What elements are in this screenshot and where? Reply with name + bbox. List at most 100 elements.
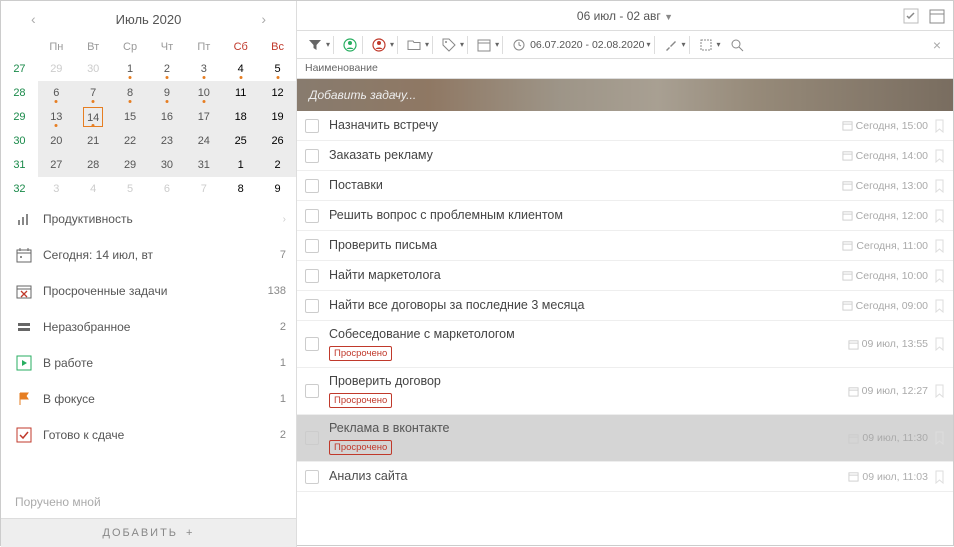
folder-icon[interactable] (405, 36, 423, 54)
bookmark-icon[interactable] (934, 209, 945, 223)
close-icon[interactable]: × (927, 37, 947, 53)
calendar-day[interactable]: 26 (259, 129, 296, 153)
calendar-day[interactable]: 2 (149, 57, 186, 81)
calendar-day[interactable]: 29 (38, 57, 75, 81)
bookmark-icon[interactable] (934, 431, 945, 445)
task-checkbox[interactable] (305, 337, 319, 351)
task-checkbox[interactable] (305, 119, 319, 133)
sidebar-item[interactable]: Сегодня: 14 июл, вт7 (1, 237, 296, 273)
sidebar-item[interactable]: Готово к сдаче2 (1, 417, 296, 453)
task-row[interactable]: Проверить договорПросрочено09 июл, 12:27 (297, 368, 953, 415)
task-row[interactable]: Найти все договоры за последние 3 месяца… (297, 291, 953, 321)
calendar-day[interactable]: 6 (149, 177, 186, 201)
bookmark-icon[interactable] (934, 299, 945, 313)
bookmark-icon[interactable] (934, 470, 945, 484)
task-checkbox[interactable] (305, 470, 319, 484)
calendar-day[interactable]: 1 (222, 153, 259, 177)
calendar-day[interactable]: 27 (38, 153, 75, 177)
calendar-cfg-icon[interactable] (475, 36, 493, 54)
filter-dropdown[interactable]: ▾ (326, 40, 330, 49)
sidebar-item[interactable]: Просроченные задачи138 (1, 273, 296, 309)
calendar-day[interactable]: 3 (185, 57, 222, 81)
calendar-day[interactable]: 4 (75, 177, 112, 201)
sidebar-item[interactable]: Продуктивность› (1, 201, 296, 237)
calendar-day[interactable]: 8 (222, 177, 259, 201)
calendar-day[interactable]: 5 (259, 57, 296, 81)
date-range-selector[interactable]: 06 июл - 02 авг ▼ (577, 9, 673, 23)
bookmark-icon[interactable] (934, 337, 945, 351)
calendar-day[interactable]: 30 (149, 153, 186, 177)
task-checkbox[interactable] (305, 149, 319, 163)
calendar-day[interactable]: 24 (185, 129, 222, 153)
select-icon[interactable] (697, 36, 715, 54)
brush-icon[interactable] (662, 36, 680, 54)
calendar-day[interactable]: 9 (259, 177, 296, 201)
task-row[interactable]: Назначить встречуСегодня, 15:00 (297, 111, 953, 141)
sidebar-item[interactable]: В работе1 (1, 345, 296, 381)
calendar-day[interactable]: 3 (38, 177, 75, 201)
calendar-day[interactable]: 14 (75, 105, 112, 129)
task-row[interactable]: Заказать рекламуСегодня, 14:00 (297, 141, 953, 171)
task-checkbox[interactable] (305, 239, 319, 253)
calendar-day[interactable]: 2 (259, 153, 296, 177)
calendar-day[interactable]: 17 (185, 105, 222, 129)
calendar-day[interactable]: 5 (112, 177, 149, 201)
calendar-day[interactable]: 1 (112, 57, 149, 81)
calendar-day[interactable]: 6 (38, 81, 75, 105)
bookmark-icon[interactable] (934, 179, 945, 193)
calendar-day[interactable]: 16 (149, 105, 186, 129)
next-month-button[interactable]: › (255, 9, 272, 29)
calendar-day[interactable]: 12 (259, 81, 296, 105)
checklist-icon[interactable] (901, 6, 921, 26)
task-row[interactable]: Реклама в вконтактеПросрочено09 июл, 11:… (297, 415, 953, 462)
calendar-day[interactable]: 8 (112, 81, 149, 105)
task-row[interactable]: Решить вопрос с проблемным клиентомСегод… (297, 201, 953, 231)
calendar-day[interactable]: 7 (75, 81, 112, 105)
sidebar-item-assigned-by-me[interactable]: Поручено мной (1, 486, 296, 518)
calendar-day[interactable]: 31 (185, 153, 222, 177)
task-checkbox[interactable] (305, 299, 319, 313)
calendar-day[interactable]: 25 (222, 129, 259, 153)
add-button[interactable]: ДОБАВИТЬ + (1, 518, 296, 547)
user-red-icon[interactable] (370, 36, 388, 54)
calendar-day[interactable]: 20 (38, 129, 75, 153)
task-row[interactable]: Найти маркетологаСегодня, 10:00 (297, 261, 953, 291)
calendar-day[interactable]: 19 (259, 105, 296, 129)
task-checkbox[interactable] (305, 179, 319, 193)
calendar-day[interactable]: 15 (112, 105, 149, 129)
calendar-day[interactable]: 13 (38, 105, 75, 129)
task-checkbox[interactable] (305, 431, 319, 445)
sidebar-item[interactable]: В фокусе1 (1, 381, 296, 417)
calendar-day[interactable]: 22 (112, 129, 149, 153)
calendar-day[interactable]: 7 (185, 177, 222, 201)
sidebar-item[interactable]: Неразобранное2 (1, 309, 296, 345)
bookmark-icon[interactable] (934, 269, 945, 283)
bookmark-icon[interactable] (934, 119, 945, 133)
task-row[interactable]: Собеседование с маркетологомПросрочено09… (297, 321, 953, 368)
calendar-day[interactable]: 18 (222, 105, 259, 129)
calendar-day[interactable]: 30 (75, 57, 112, 81)
bookmark-icon[interactable] (934, 239, 945, 253)
tag-icon[interactable] (440, 36, 458, 54)
user-green-icon[interactable] (341, 36, 359, 54)
task-checkbox[interactable] (305, 209, 319, 223)
task-checkbox[interactable] (305, 384, 319, 398)
prev-month-button[interactable]: ‹ (25, 9, 42, 29)
calendar-day[interactable]: 4 (222, 57, 259, 81)
task-row[interactable]: Анализ сайта09 июл, 11:03 (297, 462, 953, 492)
bookmark-icon[interactable] (934, 384, 945, 398)
calendar-day[interactable]: 10 (185, 81, 222, 105)
task-row[interactable]: Проверить письмаСегодня, 11:00 (297, 231, 953, 261)
task-checkbox[interactable] (305, 269, 319, 283)
calendar-day[interactable]: 9 (149, 81, 186, 105)
bookmark-icon[interactable] (934, 149, 945, 163)
calendar-day[interactable]: 29 (112, 153, 149, 177)
search-icon[interactable] (728, 36, 746, 54)
calendar-day[interactable]: 11 (222, 81, 259, 105)
task-row[interactable]: ПоставкиСегодня, 13:00 (297, 171, 953, 201)
calendar-day[interactable]: 21 (75, 129, 112, 153)
filter-icon[interactable] (306, 36, 324, 54)
calendar-view-icon[interactable] (927, 6, 947, 26)
add-task-input[interactable]: Добавить задачу... (297, 79, 953, 111)
toolbar-date-range[interactable]: 06.07.2020 - 02.08.2020 (530, 39, 644, 51)
